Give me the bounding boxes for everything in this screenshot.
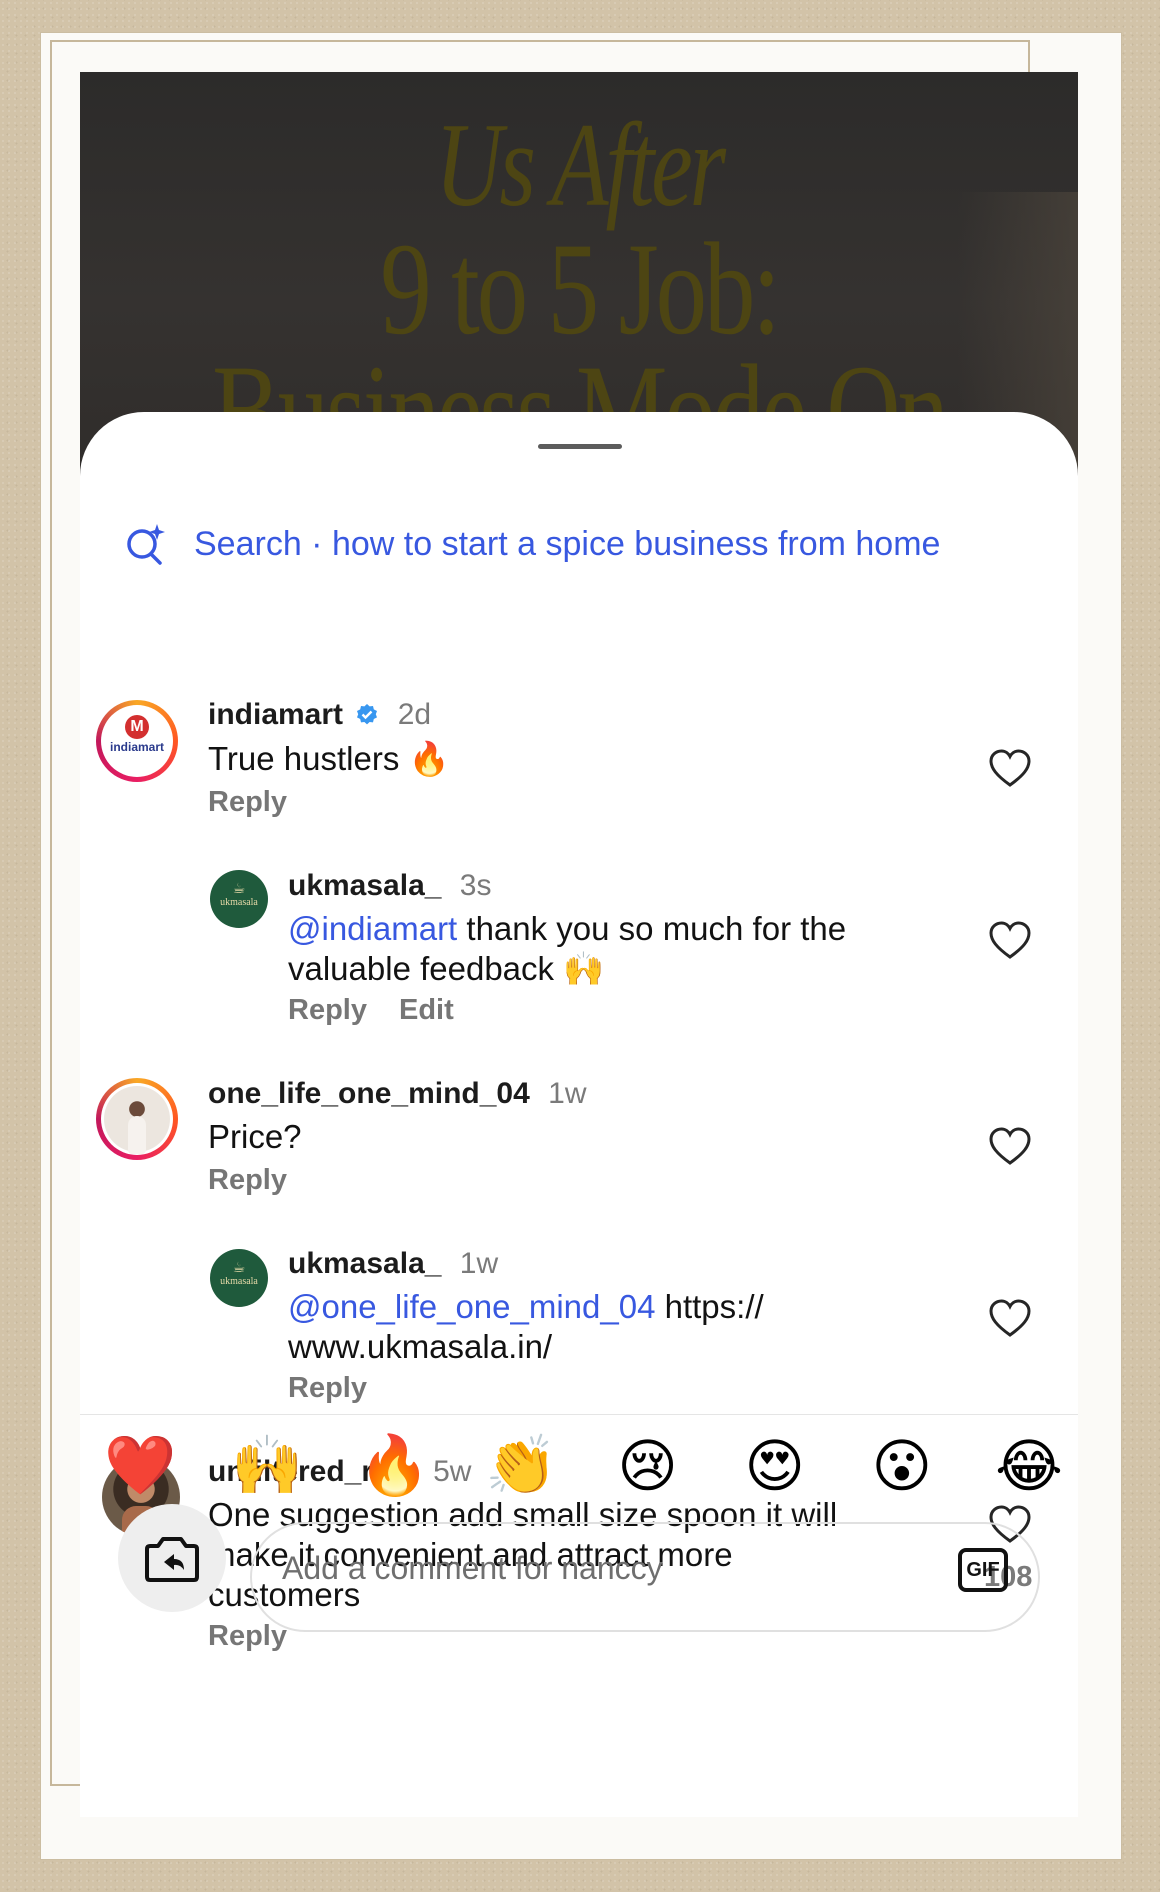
phone-screen: Us After 9 to 5 Job: Business Mode On Se…	[80, 72, 1078, 1817]
like-heart-icon[interactable]	[988, 1126, 1032, 1166]
camera-reply-icon	[145, 1537, 199, 1582]
verified-badge-icon	[357, 704, 378, 725]
comment-text: @one_life_one_mind_04 https:// www.ukmas…	[288, 1288, 764, 1365]
quick-emoji-bar: ❤️ 🙌 🔥 👏 😢 😍 😮 😂	[104, 1432, 1064, 1500]
comment-text: @indiamart thank you so much for the val…	[288, 910, 847, 987]
user-avatar-photo	[104, 1086, 170, 1154]
comments-sheet: Search · how to start a spice business f…	[80, 412, 1078, 1817]
divider	[80, 1414, 1078, 1415]
comment-timestamp: 1w	[548, 1077, 587, 1110]
search-suggestion[interactable]: Search · how to start a spice business f…	[124, 522, 940, 566]
comment-text: True hustlers 🔥	[208, 740, 450, 777]
like-heart-icon[interactable]	[988, 1298, 1032, 1338]
reply-button[interactable]: Reply	[288, 994, 367, 1027]
reply-button[interactable]: Reply	[208, 1164, 287, 1197]
avatar-story-ring[interactable]: M indiamart	[96, 700, 178, 782]
sheet-drag-handle[interactable]	[538, 444, 622, 449]
indiamart-logo: M indiamart	[103, 715, 171, 754]
emoji-heart-eyes[interactable]: 😍	[740, 1432, 810, 1500]
comment-timestamp: 3s	[459, 869, 492, 902]
comment-text: Price?	[208, 1118, 302, 1155]
comment-username[interactable]: one_life_one_mind_04	[208, 1077, 530, 1110]
comment-input[interactable]: Add a comment for nanccy GIF	[250, 1522, 1040, 1632]
emoji-red-heart[interactable]: ❤️	[104, 1432, 176, 1500]
like-heart-icon[interactable]	[988, 748, 1032, 788]
emoji-clapping-hands[interactable]: 👏	[485, 1432, 557, 1500]
comment-username[interactable]: ukmasala_	[288, 1247, 441, 1280]
sparkle-search-icon	[127, 524, 165, 565]
comment-username[interactable]: ukmasala_	[288, 869, 441, 902]
like-heart-icon[interactable]	[988, 920, 1032, 960]
emoji-surprised-face[interactable]: 😮	[867, 1432, 937, 1500]
reply-button[interactable]: Reply	[288, 1372, 367, 1405]
camera-reply-button[interactable]	[118, 1504, 226, 1612]
gif-icon[interactable]: GIF	[958, 1548, 1008, 1592]
comment-input-placeholder: Add a comment for nanccy	[282, 1550, 663, 1586]
search-suggestion-text: Search · how to start a spice business f…	[194, 524, 941, 563]
emoji-raising-hands[interactable]: 🙌	[231, 1432, 303, 1500]
comment-timestamp: 2d	[397, 698, 432, 731]
avatar-story-ring[interactable]	[96, 1078, 178, 1160]
emoji-fire[interactable]: 🔥	[358, 1432, 430, 1500]
website-link[interactable]: www.ukmasala.in/	[288, 1328, 552, 1365]
emoji-crying-face[interactable]: 😢	[613, 1432, 683, 1500]
reply-button[interactable]: Reply	[208, 1620, 287, 1653]
edit-button[interactable]: Edit	[399, 994, 454, 1027]
mention-link[interactable]: @one_life_one_mind_04	[288, 1288, 655, 1325]
comment-timestamp: 1w	[459, 1247, 499, 1280]
emoji-tears-of-joy[interactable]: 😂	[994, 1432, 1064, 1500]
ukmasala-avatar[interactable]: ☕ ukmasala	[210, 1249, 268, 1307]
ukmasala-avatar[interactable]: ☕ ukmasala	[210, 870, 268, 928]
reply-button[interactable]: Reply	[208, 786, 287, 819]
comment-username[interactable]: indiamart	[208, 698, 343, 731]
mention-link[interactable]: @indiamart	[288, 910, 457, 947]
